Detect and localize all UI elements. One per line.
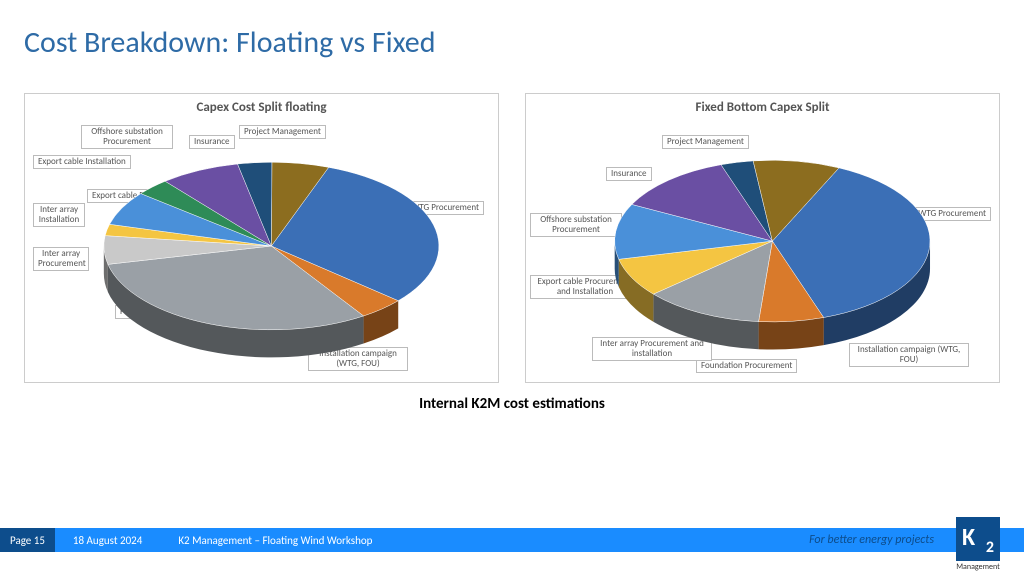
- page-title: Cost Breakdown: Floating vs Fixed: [0, 0, 1024, 61]
- footer-title: K2 Management – Floating Wind Workshop: [160, 534, 390, 547]
- logo: Management: [950, 517, 1006, 572]
- chart-left-body: WTG Procurement Installation campaign (W…: [25, 117, 498, 381]
- chart-right-title: Fixed Bottom Capex Split: [526, 94, 999, 117]
- footer-date: 18 August 2024: [55, 534, 160, 547]
- caption: Internal K2M cost estimations: [0, 383, 1024, 413]
- logo-subtext: Management: [950, 562, 1006, 572]
- footer-page: Page 15: [0, 528, 55, 552]
- chart-right: Fixed Bottom Capex Split WTG Procurement…: [525, 93, 1000, 383]
- logo-icon: [956, 517, 1000, 561]
- chart-left: Capex Cost Split floating WTG Procuremen…: [24, 93, 499, 383]
- chart-right-body: WTG Procurement Installation campaign (W…: [526, 117, 999, 381]
- chart-left-title: Capex Cost Split floating: [25, 94, 498, 117]
- subfooter: [0, 552, 1024, 576]
- footer-bar: Page 15 18 August 2024 K2 Management – F…: [0, 528, 1024, 552]
- charts-container: Capex Cost Split floating WTG Procuremen…: [0, 61, 1024, 383]
